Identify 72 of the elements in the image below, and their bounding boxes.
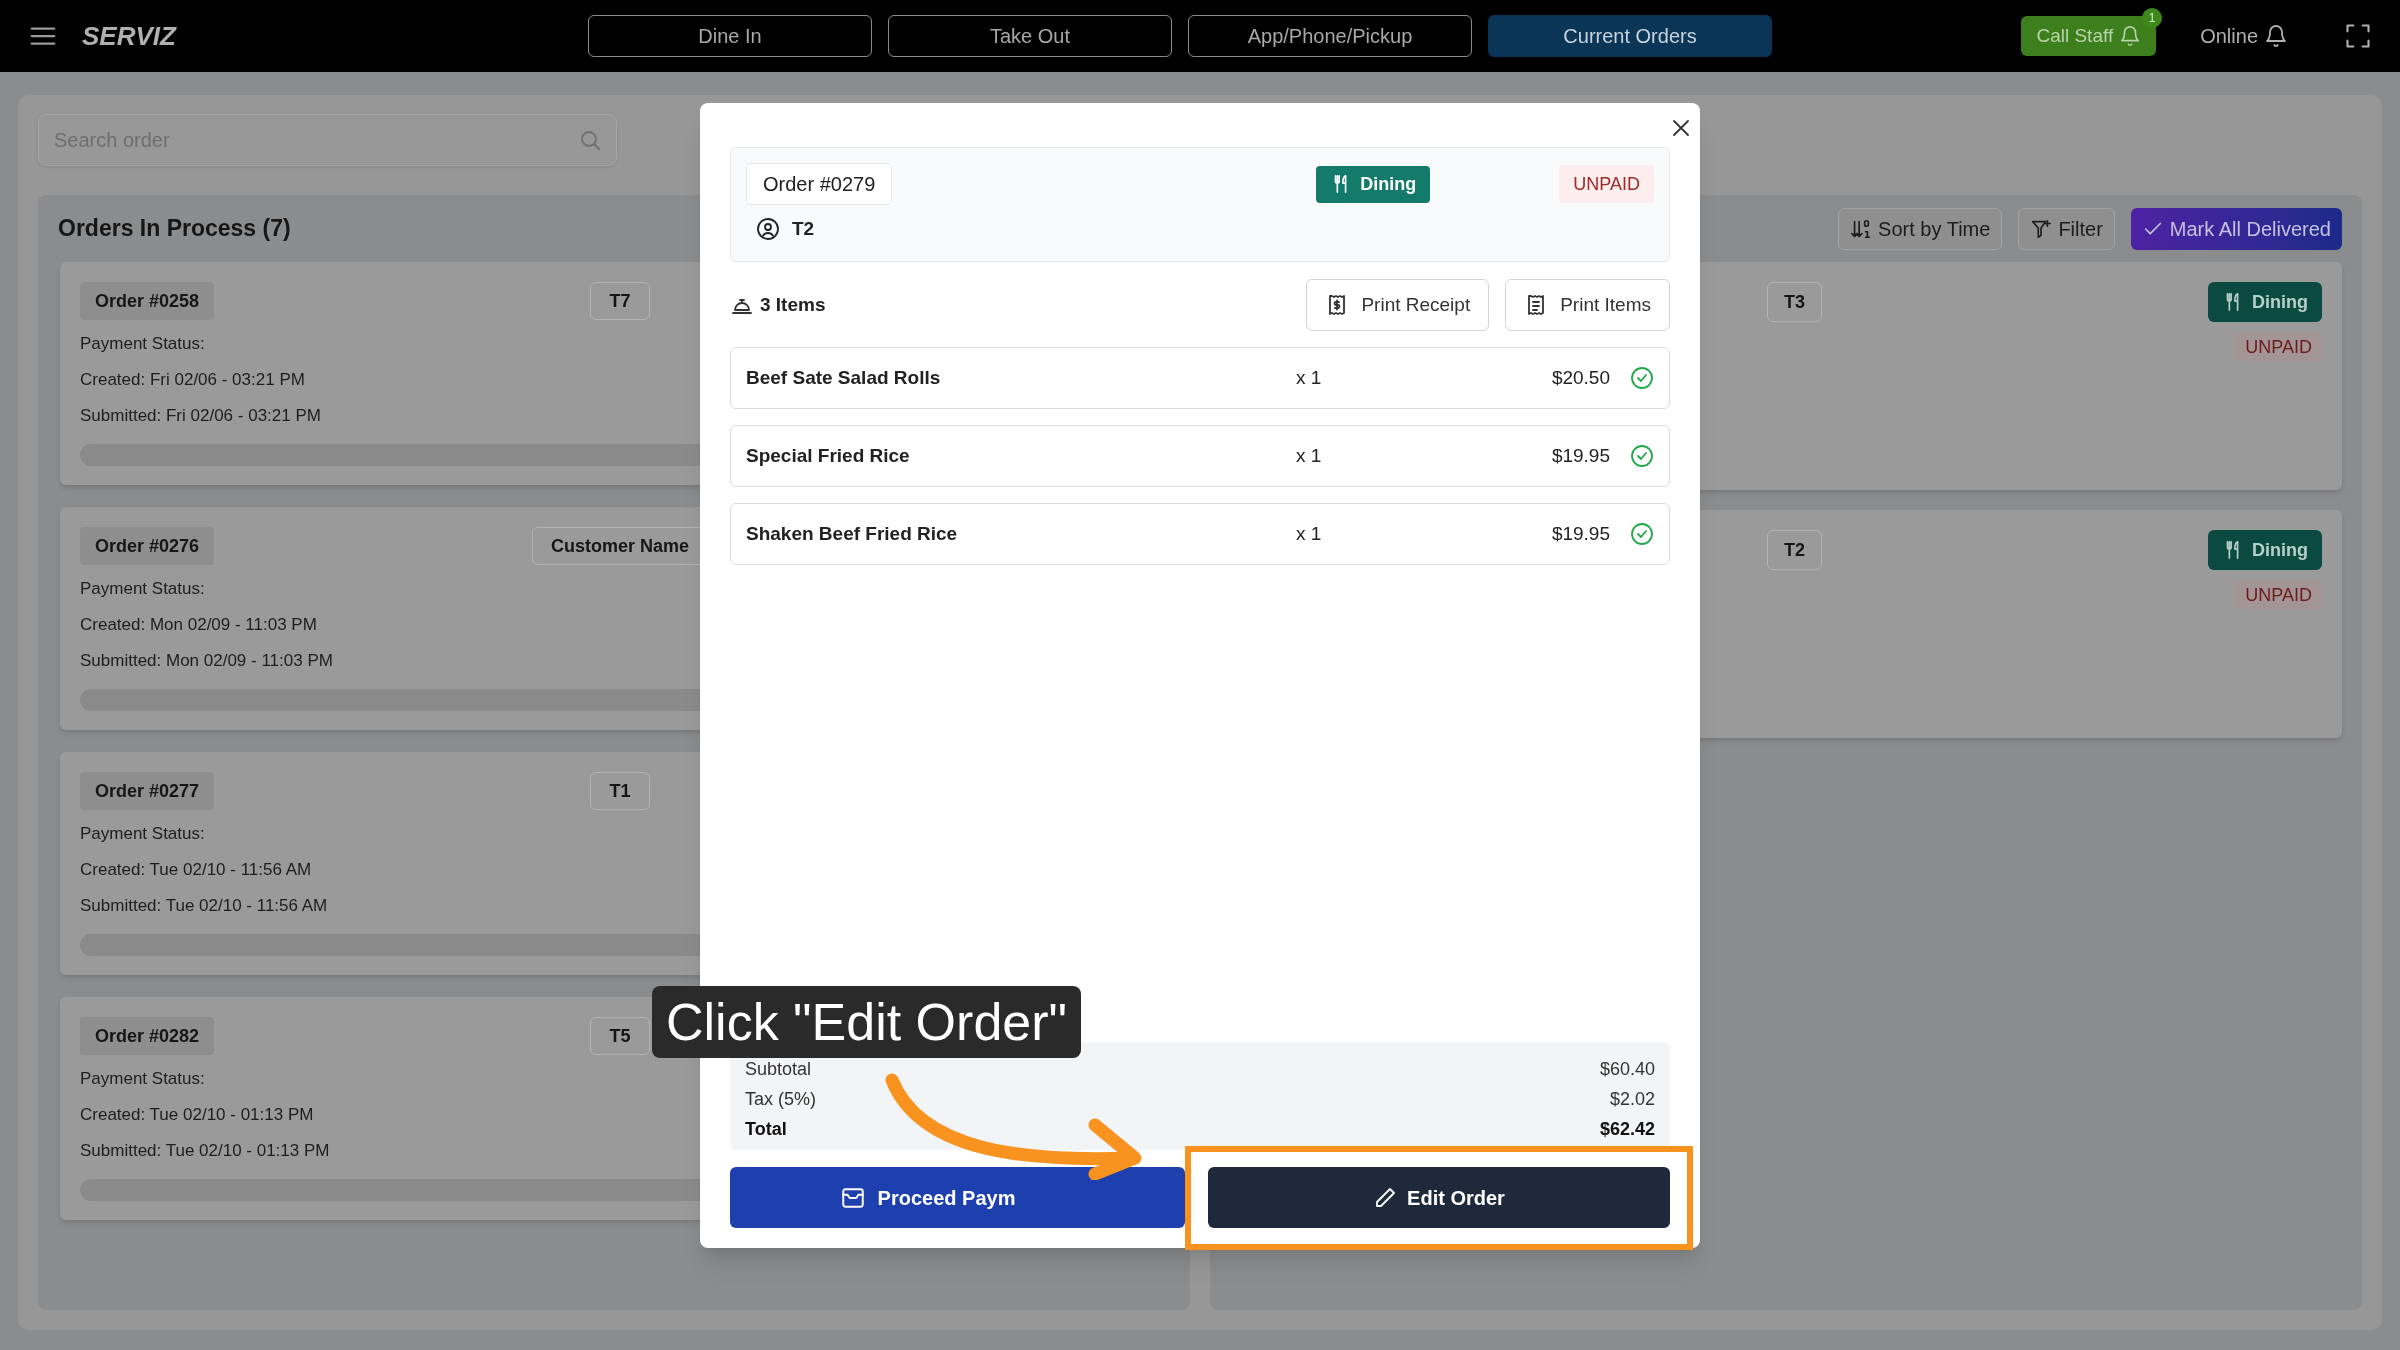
order-info: Submitted: Mon 02/09 - 11:03 PM: [80, 650, 333, 673]
sort-button[interactable]: Sort by Time: [1838, 207, 2003, 250]
user-icon: [756, 217, 780, 242]
print-items-button[interactable]: Print Items: [1505, 279, 1670, 331]
edit-order-button[interactable]: Edit Order: [1208, 1167, 1670, 1228]
nav-tab[interactable]: App/Phone/Pickup: [1188, 15, 1472, 57]
service-badge: Dining: [1316, 165, 1431, 203]
order-info: Submitted: Tue 02/10 - 01:13 PM: [80, 1140, 330, 1163]
pencil-icon: [1373, 1185, 1398, 1210]
brand-logo: SERVIZ: [82, 19, 178, 53]
filter-icon: [2030, 217, 2053, 240]
table-tag: T2: [1767, 530, 1822, 570]
items-count: 3 Items: [760, 292, 826, 317]
proceed-payment-button[interactable]: Proceed Paym: [730, 1167, 1185, 1228]
panel-title: Orders In Process (7): [58, 214, 291, 244]
payment-badge: UNPAID: [2235, 580, 2322, 610]
total-label: Subtotal: [745, 1057, 812, 1081]
notification-badge: 1: [2142, 8, 2163, 28]
filter-button[interactable]: Filter: [2018, 207, 2115, 250]
sort-icon: [1850, 217, 1873, 240]
service-badge: Dining: [2208, 530, 2322, 570]
item-name: Beef Sate Salad Rolls: [746, 365, 942, 390]
total-label: Total: [745, 1117, 787, 1141]
item-price: $20.50: [1551, 365, 1610, 390]
print-receipt-button[interactable]: Print Receipt: [1306, 279, 1490, 331]
order-info: Created: Tue 02/10 - 11:56 AM: [80, 859, 312, 882]
total-value: $62.42: [1599, 1117, 1655, 1141]
item-quantity: x 1: [1296, 443, 1322, 468]
table-tag: T5: [590, 1017, 650, 1055]
payment-badge: UNPAID: [2235, 332, 2322, 362]
order-item[interactable]: Shaken Beef Fried Rice x 1 $19.95: [730, 503, 1670, 565]
table-tag: T7: [590, 282, 650, 320]
order-item[interactable]: Special Fried Rice x 1 $19.95: [730, 425, 1670, 487]
total-label: Tax (5%): [745, 1087, 816, 1111]
order-number: Order #0258: [80, 282, 215, 320]
item-name: Special Fried Rice: [746, 443, 911, 468]
order-info: Submitted: Tue 02/10 - 11:56 AM: [80, 895, 328, 918]
order-info: Payment Status:: [80, 823, 205, 846]
item-price: $19.95: [1551, 443, 1610, 468]
order-info: Payment Status:: [80, 333, 205, 356]
item-quantity: x 1: [1296, 521, 1322, 546]
item-price: $19.95: [1551, 521, 1610, 546]
order-info: Created: Tue 02/10 - 01:13 PM: [80, 1104, 314, 1127]
total-value: $2.02: [1609, 1087, 1655, 1111]
payment-badge: UNPAID: [1559, 165, 1654, 203]
order-info: Payment Status:: [80, 1068, 205, 1091]
fullscreen-icon: [2344, 22, 2372, 50]
table-label: T2: [792, 217, 815, 241]
bell-icon: [2119, 25, 2142, 47]
order-number: Order #0276: [80, 527, 215, 565]
service-badge: Dining: [2208, 282, 2322, 322]
order-info: Submitted: Fri 02/06 - 03:21 PM: [80, 405, 321, 428]
item-quantity: x 1: [1296, 365, 1322, 390]
order-number: Order #0279: [746, 163, 893, 205]
order-number: Order #0282: [80, 1017, 215, 1055]
nav-tab[interactable]: Dine In: [588, 15, 872, 57]
order-info: Created: Fri 02/06 - 03:21 PM: [80, 369, 305, 392]
total-value: $60.40: [1599, 1057, 1655, 1081]
order-number: Order #0277: [80, 772, 215, 810]
order-item[interactable]: Beef Sate Salad Rolls x 1 $20.50: [730, 347, 1670, 409]
table-tag: T1: [590, 772, 650, 810]
nav-tab[interactable]: Take Out: [888, 15, 1172, 57]
instruction-callout: Click "Edit Order": [652, 986, 1081, 1058]
order-info: Created: Mon 02/09 - 11:03 PM: [80, 614, 317, 637]
search-icon: [578, 128, 602, 152]
status-label: Online: [2200, 24, 2258, 49]
bell-icon: [2264, 24, 2288, 48]
item-name: Shaken Beef Fried Rice: [746, 521, 959, 546]
nav-tab[interactable]: Current Orders: [1488, 15, 1772, 57]
table-tag: T3: [1767, 282, 1822, 322]
mark-all-delivered-button[interactable]: Mark All Delivered: [2130, 207, 2342, 250]
order-info: Payment Status:: [80, 578, 205, 601]
